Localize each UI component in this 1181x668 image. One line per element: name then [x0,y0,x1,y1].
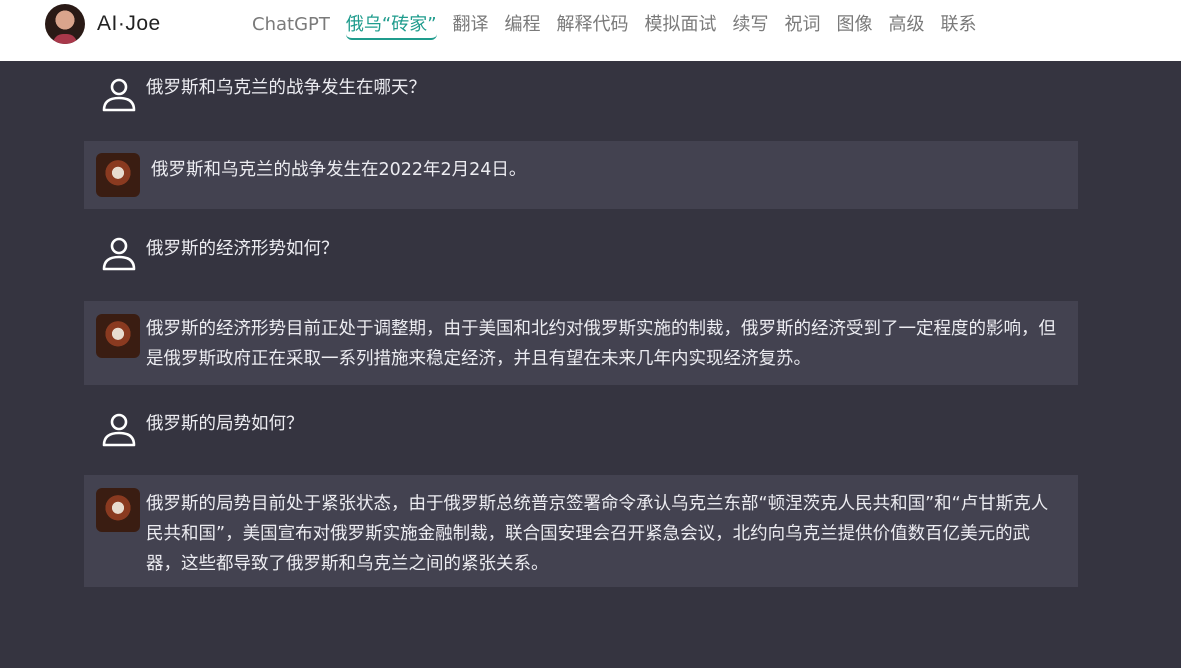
bot-avatar [96,488,140,532]
user-message: 俄罗斯和乌克兰的战争发生在哪天？ [84,61,1078,141]
message-text: 俄罗斯和乌克兰的战争发生在2022年2月24日。 [151,160,527,180]
user-message: 俄罗斯的局势如何？ [84,385,1078,475]
brand[interactable]: AI·Joe [45,4,161,44]
user-icon [102,78,136,112]
nav-image[interactable]: 图像 [837,12,873,40]
nav-contact[interactable]: 联系 [941,12,977,40]
bot-avatar [96,153,140,197]
nav-translate[interactable]: 翻译 [453,12,489,40]
nav-mock-interview[interactable]: 模拟面试 [645,12,717,40]
bot-message: 俄罗斯和乌克兰的战争发生在2022年2月24日。 [84,141,1078,209]
message-text: 俄罗斯的经济形势目前正处于调整期，由于美国和北约对俄罗斯实施的制裁，俄罗斯的经济… [146,319,1056,369]
message-text: 俄罗斯的局势目前处于紧张状态，由于俄罗斯总统普京签署命令承认乌克兰东部“顿涅茨克… [146,494,1049,574]
brand-name: AI·Joe [97,12,161,35]
message-text: 俄罗斯的经济形势如何？ [146,239,339,259]
nav-continue-writing[interactable]: 续写 [733,12,769,40]
nav-programming[interactable]: 编程 [505,12,541,40]
nav-chatgpt[interactable]: ChatGPT [252,12,330,40]
nav-explain-code[interactable]: 解释代码 [557,12,629,40]
nav-advanced[interactable]: 高级 [889,12,925,40]
bot-avatar [96,314,140,358]
message-text: 俄罗斯和乌克兰的战争发生在哪天？ [146,78,426,98]
main-nav: ChatGPT 俄乌“砖家” 翻译 编程 解释代码 模拟面试 续写 祝词 图像 … [252,12,993,40]
nav-greetings[interactable]: 祝词 [785,12,821,40]
brand-avatar [45,4,85,44]
top-bar: AI·Joe ChatGPT 俄乌“砖家” 翻译 编程 解释代码 模拟面试 续写… [0,0,1181,61]
user-message: 俄罗斯的经济形势如何？ [84,209,1078,301]
nav-russia-ukraine-expert[interactable]: 俄乌“砖家” [345,12,437,40]
user-icon [102,237,136,271]
bot-message: 俄罗斯的局势目前处于紧张状态，由于俄罗斯总统普京签署命令承认乌克兰东部“顿涅茨克… [84,475,1078,587]
message-text: 俄罗斯的局势如何？ [146,414,304,434]
user-icon [102,413,136,447]
bot-message: 俄罗斯的经济形势目前正处于调整期，由于美国和北约对俄罗斯实施的制裁，俄罗斯的经济… [84,301,1078,385]
